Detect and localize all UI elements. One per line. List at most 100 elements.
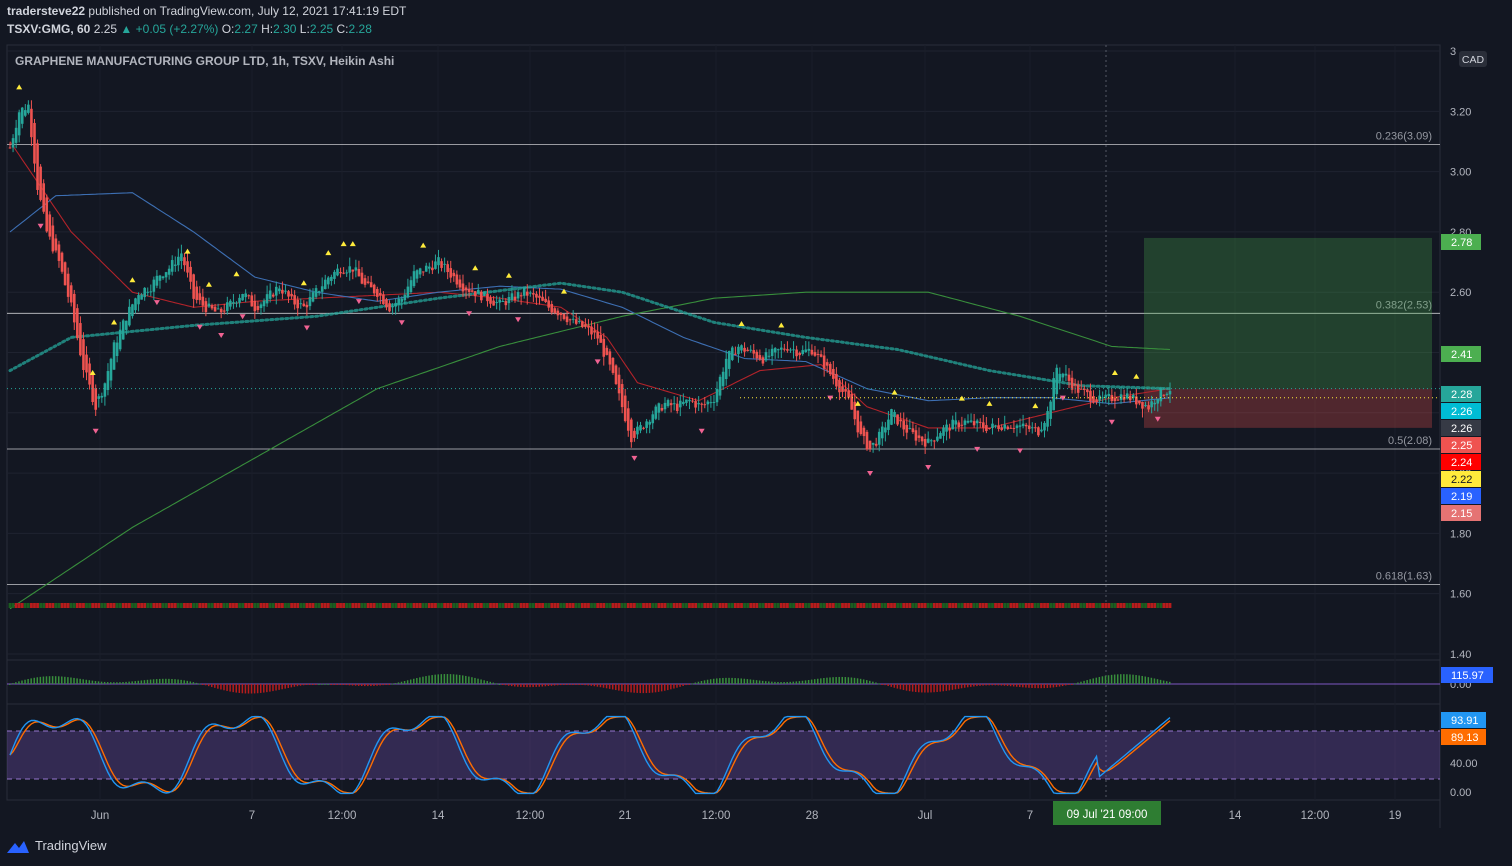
oscillator-bar [774, 681, 776, 684]
candle-body [232, 302, 235, 304]
oscillator-bar [706, 679, 709, 684]
candle-body [8, 147, 12, 149]
candle-body [314, 288, 318, 297]
trend-strip-cell [859, 603, 863, 608]
oscillator-bar [12, 683, 14, 685]
moving-average-ema-slow [9, 291, 1171, 610]
candle-body [112, 342, 116, 370]
oscillator-bar [523, 684, 525, 688]
oscillator-bar [859, 678, 862, 684]
pivot-low-marker [515, 317, 522, 323]
trend-strip-cell [1009, 603, 1013, 608]
oscillator-bar [235, 684, 237, 693]
trend-strip-cell [636, 603, 639, 608]
trend-strip-cell [694, 603, 697, 608]
oscillator-bar [465, 675, 467, 684]
candle-body [1009, 427, 1013, 429]
oscillator-bar [293, 684, 296, 687]
oscillator-bar [232, 684, 234, 693]
candle-body [975, 420, 979, 424]
oscillator-bar [57, 676, 60, 684]
candle-body [960, 424, 964, 426]
candle-body [1000, 427, 1003, 430]
candle-body [455, 274, 459, 285]
candle-body [143, 287, 146, 298]
candle-body [871, 442, 875, 445]
trend-strip-cell [66, 603, 70, 608]
trend-strip-cell [11, 603, 15, 608]
candle-body [235, 302, 238, 304]
candle-body [856, 410, 860, 433]
trend-strip-cell [755, 603, 759, 608]
oscillator-bar [1095, 677, 1098, 684]
candle-body [1165, 393, 1169, 395]
oscillator-bar [517, 684, 519, 687]
trend-strip-cell [406, 603, 410, 608]
x-tick-label: 28 [806, 810, 819, 822]
candle-body [626, 408, 630, 431]
oscillator-bar [538, 684, 540, 687]
oscillator-bar [73, 677, 75, 684]
candle-body [1018, 425, 1022, 427]
oscillator-bar [667, 684, 669, 691]
candle-body [535, 293, 538, 298]
candle-body [1046, 411, 1049, 427]
trend-strip-cell [580, 603, 584, 608]
trend-strip-cell [470, 603, 474, 608]
oscillator-bar [1055, 684, 1058, 688]
trend-strip-cell [97, 603, 101, 608]
trend-strip-cell [828, 603, 832, 608]
trend-strip-cell [198, 603, 202, 608]
oscillator-bar [911, 684, 914, 692]
candle-body [1024, 424, 1028, 427]
candle-body [630, 419, 633, 443]
candle-body [1147, 405, 1150, 410]
oscillator-bar [275, 684, 277, 691]
candle-body [308, 297, 312, 307]
trend-strip-cell [675, 603, 679, 608]
trend-strip-cell [247, 603, 251, 608]
oscillator-value-label: 115.97 [1451, 670, 1484, 682]
trend-strip-cell [219, 603, 223, 608]
candle-body [773, 348, 777, 353]
candle-body [562, 313, 566, 319]
candle-body [440, 261, 443, 268]
oscillator-bar [520, 684, 522, 687]
oscillator-bar [529, 684, 531, 688]
tradingview-logo-icon [7, 840, 29, 853]
trend-strip-cell [850, 603, 854, 608]
tradingview-logo[interactable]: TradingView [7, 838, 107, 853]
oscillator-bar [1052, 684, 1055, 688]
trend-strip-cell [1104, 603, 1108, 608]
trend-strip-cell [531, 603, 535, 608]
chart-canvas[interactable]: 33.203.002.802.602.402.202.001.801.601.4… [0, 0, 1512, 866]
candle-body [764, 352, 768, 361]
candle-body [320, 286, 324, 292]
candle-body [1144, 405, 1147, 407]
trend-strip-cell [498, 603, 502, 608]
trend-strip-cell [201, 603, 205, 608]
oscillator-bar [703, 680, 706, 684]
oscillator-bar [572, 684, 574, 685]
candle-body [1092, 396, 1095, 403]
trend-strip-cell [281, 603, 284, 608]
trend-strip-cell [825, 603, 829, 608]
candle-body [403, 294, 407, 301]
candle-body [734, 353, 737, 355]
oscillator-bar [749, 679, 752, 684]
trend-strip-cell [975, 603, 979, 608]
candle-body [394, 303, 397, 307]
trend-strip-cell [1018, 603, 1022, 608]
oscillator-bar [64, 676, 66, 684]
oscillator-bar [474, 677, 476, 684]
candle-body [253, 300, 257, 312]
oscillator-bar [615, 684, 617, 691]
oscillator-bar [471, 677, 473, 684]
candle-body [287, 291, 290, 297]
trend-strip-cell [957, 603, 961, 608]
candle-body [666, 400, 670, 407]
trend-strip-cell [382, 603, 385, 608]
trend-strip-cell [871, 603, 875, 608]
trend-strip-cell [712, 603, 716, 608]
candle-body [617, 374, 621, 394]
